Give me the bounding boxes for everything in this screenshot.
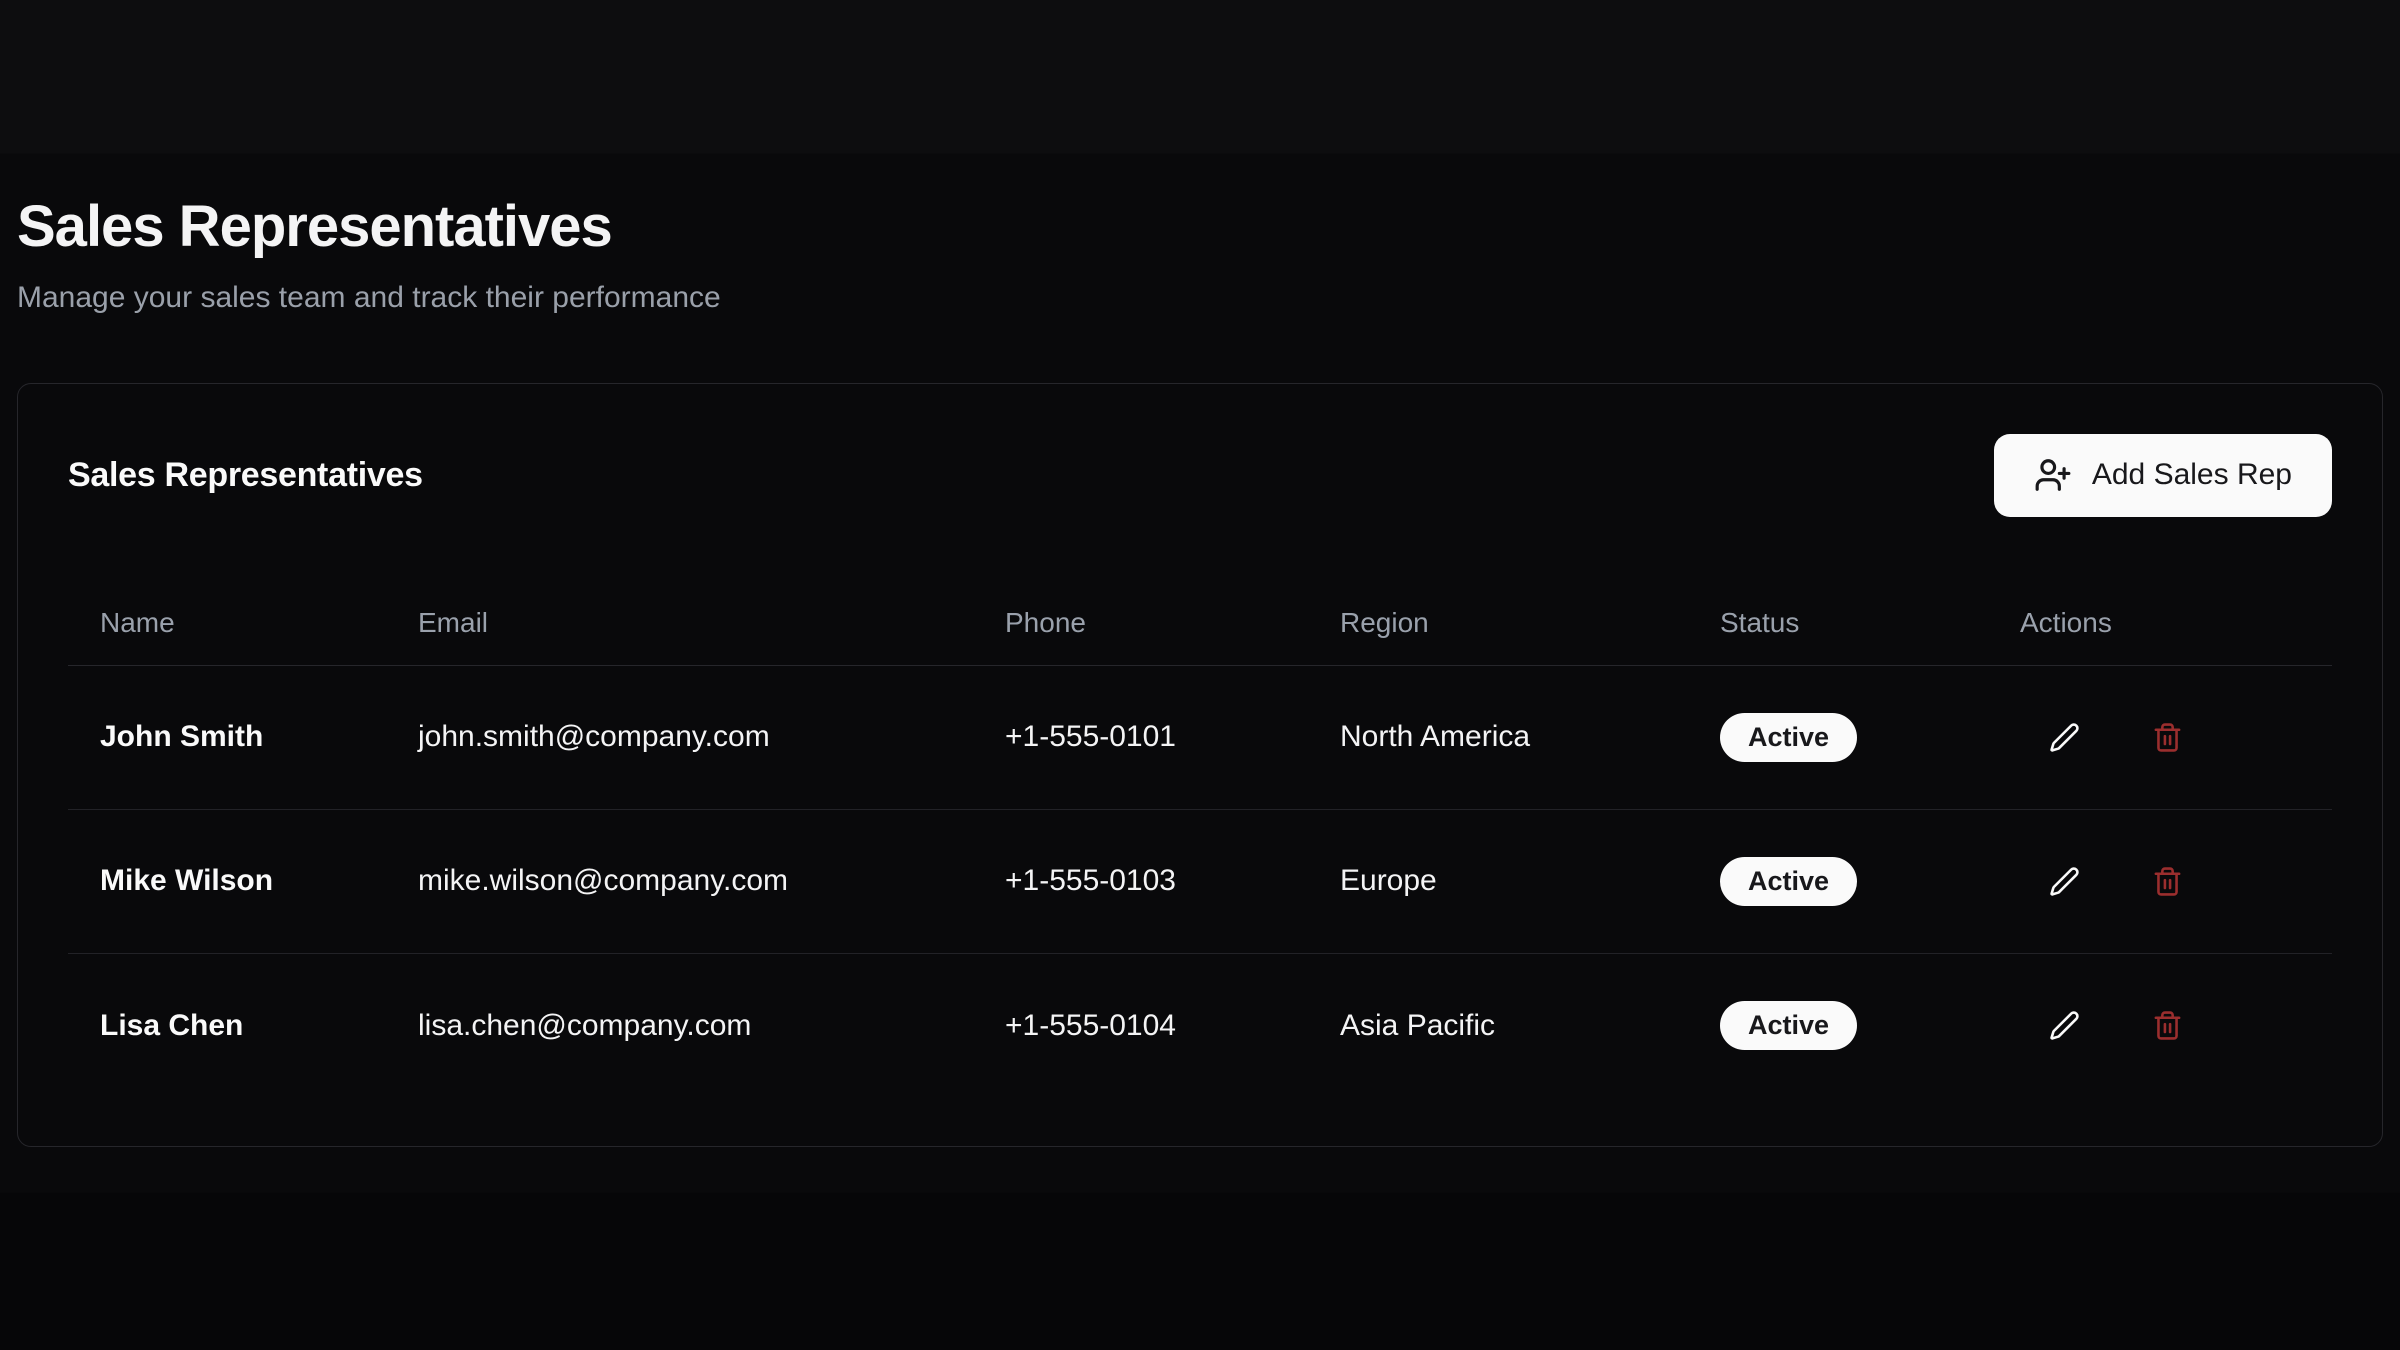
column-header-status: Status [1688, 607, 1988, 639]
page-container: Sales Representatives Manage your sales … [0, 0, 2400, 1147]
pencil-icon [2049, 866, 2080, 897]
table-row: Mike Wilson mike.wilson@company.com +1-5… [68, 810, 2332, 954]
rep-name: Lisa Chen [68, 1009, 386, 1043]
rep-region: Asia Pacific [1308, 1009, 1688, 1043]
delete-button[interactable] [2151, 721, 2183, 753]
rep-phone: +1-555-0101 [973, 720, 1308, 754]
status-badge: Active [1720, 713, 1857, 762]
column-header-email: Email [386, 607, 973, 639]
rep-name: Mike Wilson [68, 864, 386, 898]
column-header-name: Name [68, 607, 386, 639]
rep-region: Europe [1308, 864, 1688, 898]
user-plus-icon [2034, 456, 2072, 494]
add-sales-rep-button[interactable]: Add Sales Rep [1994, 434, 2332, 517]
add-sales-rep-label: Add Sales Rep [2092, 458, 2292, 492]
rep-region: North America [1308, 720, 1688, 754]
edit-button[interactable] [2048, 721, 2080, 753]
rep-phone: +1-555-0103 [973, 864, 1308, 898]
rep-name: John Smith [68, 720, 386, 754]
card-title: Sales Representatives [68, 456, 423, 495]
status-badge: Active [1720, 857, 1857, 906]
rep-email: mike.wilson@company.com [386, 864, 973, 898]
column-header-phone: Phone [973, 607, 1308, 639]
pencil-icon [2049, 1010, 2080, 1041]
table-header-row: Name Email Phone Region Status Actions [68, 581, 2332, 666]
pencil-icon [2049, 722, 2080, 753]
column-header-region: Region [1308, 607, 1688, 639]
rep-email: lisa.chen@company.com [386, 1009, 973, 1043]
card-header: Sales Representatives Add Sales Rep [68, 434, 2332, 517]
rep-email: john.smith@company.com [386, 720, 973, 754]
page-title: Sales Representatives [17, 0, 2383, 262]
sales-reps-card: Sales Representatives Add Sales Rep Name… [17, 383, 2383, 1147]
trash-icon [2152, 722, 2183, 753]
trash-icon [2152, 1010, 2183, 1041]
page-subtitle: Manage your sales team and track their p… [17, 278, 2383, 317]
edit-button[interactable] [2048, 1010, 2080, 1042]
status-badge: Active [1720, 1001, 1857, 1050]
table-row: Lisa Chen lisa.chen@company.com +1-555-0… [68, 954, 2332, 1098]
table-row: John Smith john.smith@company.com +1-555… [68, 666, 2332, 810]
edit-button[interactable] [2048, 865, 2080, 897]
delete-button[interactable] [2151, 865, 2183, 897]
column-header-actions: Actions [1988, 607, 2334, 639]
rep-phone: +1-555-0104 [973, 1009, 1308, 1043]
trash-icon [2152, 866, 2183, 897]
sales-reps-table: Name Email Phone Region Status Actions J… [68, 581, 2332, 1098]
delete-button[interactable] [2151, 1010, 2183, 1042]
